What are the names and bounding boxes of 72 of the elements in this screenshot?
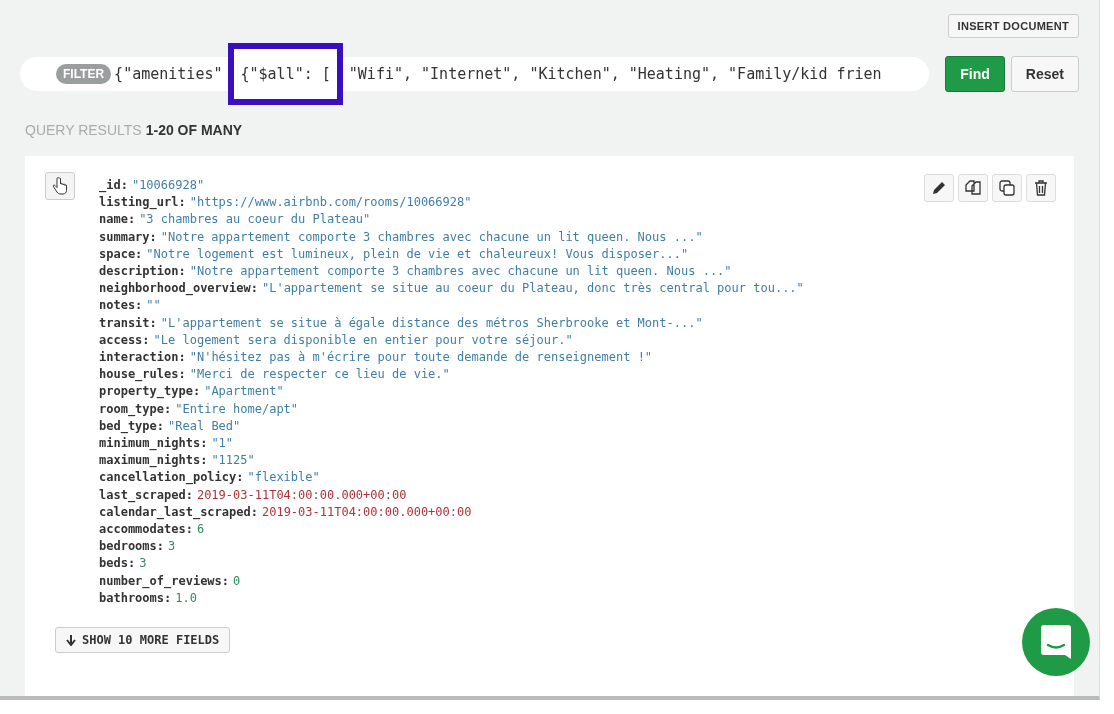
field-value: "Le logement sera disponible en entier pour votre séjour." — [153, 331, 573, 349]
field-name: bathrooms: — [99, 589, 172, 607]
clone-icon-button[interactable] — [992, 174, 1022, 202]
field-value: "https://www.airbnb.com/rooms/10066928" — [189, 194, 472, 212]
documents-icon — [964, 179, 982, 197]
field-name: _id: — [99, 177, 128, 195]
field-value: "L'appartement se situe à égale distance des métros Sherbrooke et Mont-..." — [160, 314, 703, 332]
field-value: "Merci de respecter ce lieu de vie." — [189, 366, 450, 384]
field-name: beds: — [99, 555, 136, 573]
field-name: neighborhood_overview: — [99, 280, 258, 298]
field-value: "Real Bed" — [168, 417, 241, 435]
field-value: 2019-03-11T04:00:00.000+00:00 — [261, 503, 472, 521]
hand-cursor-icon — [52, 177, 68, 195]
field-value: "Notre logement est lumineux, plein de vie et chaleureux! Vous disposer..." — [146, 245, 689, 263]
highlighted-query-text: {"$all": [ — [228, 43, 343, 105]
copy-icon-button[interactable] — [958, 174, 988, 202]
edit-icon-button[interactable] — [924, 174, 954, 202]
field-value: "" — [146, 297, 161, 315]
field-value: "Entire home/apt" — [175, 400, 299, 418]
field-value: "Apartment" — [204, 383, 284, 401]
field-name: minimum_nights: — [99, 435, 208, 453]
field-value: "Notre appartement comporte 3 chambres avec chacune un lit queen. Nous ..." — [160, 228, 703, 246]
delete-icon-button[interactable] — [1026, 174, 1056, 202]
show-more-fields-button[interactable]: SHOW 10 MORE FIELDS — [55, 627, 231, 654]
field-name: maximum_nights: — [99, 452, 208, 470]
filter-label: FILTER — [56, 64, 112, 84]
field-name: house_rules: — [99, 366, 186, 384]
field-value: "flexible" — [247, 469, 320, 487]
field-name: space: — [99, 245, 143, 263]
chat-bubble-icon — [1041, 625, 1071, 659]
field-name: cancellation_policy: — [99, 469, 244, 487]
field-name: notes: — [99, 297, 143, 315]
field-name: name: — [99, 211, 136, 229]
field-value: "1125" — [211, 452, 255, 470]
field-value: "N'hésitez pas à m'écrire pour toute demande de renseignement !" — [189, 349, 653, 367]
field-name: interaction: — [99, 349, 186, 367]
field-value: "L'appartement se situe au coeur du Plateau, donc très central pour tou..." — [261, 280, 804, 298]
field-value: 3 — [168, 538, 176, 556]
field-value: 6 — [196, 521, 205, 539]
field-name: number_of_reviews: — [99, 572, 230, 590]
results-range: 1-20 OF MANY — [145, 122, 243, 138]
expand-button[interactable] — [45, 172, 75, 200]
field-name: calendar_last_scraped: — [99, 503, 258, 522]
field-name: bedrooms: — [99, 538, 165, 556]
field-name: listing_url: — [99, 194, 186, 212]
clone-icon — [998, 179, 1016, 197]
field-name: summary: — [99, 228, 157, 246]
field-value: 3 — [139, 555, 147, 573]
field-value: "Notre appartement comporte 3 chambres avec chacune un lit queen. Nous ..." — [189, 263, 732, 280]
query-text: "Wifi", "Internet", "Kitchen", "Heating", "Family/kid frien — [348, 65, 882, 83]
trash-icon — [1034, 180, 1048, 196]
field-value: "1" — [211, 435, 234, 453]
field-value: 0 — [233, 572, 241, 590]
field-name: property_type: — [99, 383, 201, 401]
field-name: transit: — [99, 314, 157, 332]
field-value: 1.0 — [175, 589, 197, 607]
field-value: 2019-03-11T04:00:00.000+00:00 — [196, 486, 407, 504]
field-value: "10066928" — [131, 177, 205, 194]
find-button[interactable]: Find — [945, 56, 1005, 92]
field-value: "3 chambres au coeur du Plateau" — [139, 211, 371, 229]
pencil-icon — [931, 180, 947, 196]
results-label: QUERY RESULTS — [25, 122, 142, 138]
field-name: accommodates: — [99, 521, 193, 539]
reset-button[interactable]: Reset — [1010, 56, 1079, 92]
insert-document-button[interactable]: INSERT DOCUMENT — [947, 14, 1079, 38]
field-name: access: — [99, 331, 150, 349]
query-text: {"amenities" — [114, 65, 223, 83]
field-name: description: — [99, 263, 186, 280]
field-name: bed_type: — [99, 417, 165, 436]
field-name: last_scraped: — [99, 486, 193, 504]
field-name: room_type: — [99, 400, 172, 418]
down-arrow-icon — [66, 634, 76, 646]
